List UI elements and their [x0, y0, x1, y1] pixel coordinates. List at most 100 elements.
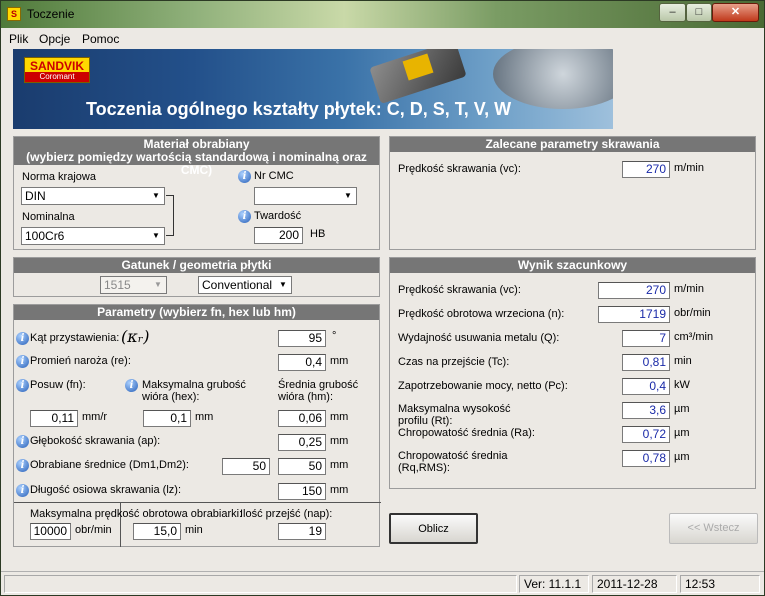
ra-label: Chropowatość średnia (Ra): — [398, 427, 535, 439]
menu-plik[interactable]: Plik — [9, 32, 28, 46]
chevron-down-icon: ▼ — [344, 191, 352, 200]
info-icon[interactable]: i — [238, 210, 251, 223]
version-label: Ver: 11.1.1 — [519, 575, 589, 593]
chevron-down-icon: ▼ — [152, 191, 160, 200]
q-label: Wydajność usuwania metalu (Q): — [398, 332, 560, 344]
calculate-button[interactable]: Oblicz — [389, 513, 478, 544]
close-button[interactable]: ✕ — [712, 3, 759, 22]
kappa-symbol: (κᵣ) — [121, 327, 150, 346]
ap-label: Głębokość skrawania (ap): — [30, 435, 161, 447]
lz-input[interactable]: 150 — [278, 483, 326, 500]
material-panel-header: Materiał obrabiany (wybierz pomiędzy war… — [14, 137, 379, 177]
rec-vc-unit: m/min — [674, 162, 704, 174]
nap-label: Ilość przejść (nap): — [240, 508, 333, 520]
twardosc-unit: HB — [310, 228, 326, 240]
nominalna-select[interactable]: 100Cr6 ▼ — [21, 227, 165, 245]
menu-pomoc[interactable]: Pomoc — [82, 32, 119, 46]
banner-title: Toczenia ogólnego kształty płytek: C, D,… — [86, 99, 512, 119]
info-icon[interactable]: i — [16, 484, 29, 497]
dm2-input[interactable]: 50 — [278, 458, 326, 475]
rt-unit: µm — [674, 403, 690, 415]
dm1-input[interactable]: 50 — [222, 458, 270, 475]
menu-bar: Plik Opcje Pomoc — [2, 29, 764, 48]
posuw-input[interactable]: 0,11 — [30, 410, 78, 427]
chevron-down-icon: ▼ — [279, 280, 287, 289]
posuw-unit: mm/r — [82, 411, 108, 423]
pc-unit: kW — [674, 379, 690, 391]
ap-unit: mm — [330, 435, 349, 447]
rq-label-line2: (Rq,RMS): — [398, 462, 450, 474]
window-title: Toczenie — [27, 7, 75, 21]
recommended-panel-header: Zalecane parametry skrawania — [390, 137, 755, 152]
grade-panel: Gatunek / geometria płytki 1515 ▼ Convent… — [13, 257, 380, 297]
info-icon[interactable]: i — [238, 170, 251, 183]
norma-label: Norma krajowa — [22, 171, 96, 183]
recommended-panel: Zalecane parametry skrawania Prędkość sk… — [389, 136, 756, 250]
geometry-select[interactable]: Conventional ▼ — [198, 276, 292, 294]
dm-unit: mm — [330, 459, 349, 471]
status-message — [4, 575, 517, 593]
grade-select: 1515 ▼ — [100, 276, 167, 294]
twardosc-input[interactable]: 200 — [254, 227, 303, 244]
dm-label: Obrabiane średnice (Dm1,Dm2): — [30, 459, 189, 471]
rt-output: 3,6 — [622, 402, 670, 419]
kat-unit: ° — [332, 330, 337, 342]
chevron-down-icon: ▼ — [154, 280, 162, 289]
time-label: 12:53 — [680, 575, 760, 593]
tc-output: 0,81 — [622, 354, 670, 371]
maxrpm-label: Maksymalna prędkość obrotowa obrabiarki: — [30, 508, 243, 520]
hex-unit: mm — [195, 411, 214, 423]
parameters-panel-header: Parametry (wybierz fn, hex lub hm) — [14, 305, 379, 320]
nominalna-label: Nominalna — [22, 211, 75, 223]
app-icon: S — [7, 7, 21, 21]
kat-input[interactable]: 95 — [278, 330, 326, 347]
maxrpm-input[interactable]: 10000 — [30, 523, 71, 540]
separator-line — [14, 502, 381, 503]
info-icon[interactable]: i — [16, 435, 29, 448]
cmc-select[interactable]: ▼ — [254, 187, 357, 205]
rec-vc-output: 270 — [622, 161, 670, 178]
hm-label-line2: wióra (hm): — [278, 391, 334, 403]
app-window: S Toczenie – □ ✕ Plik Opcje Pomoc SANDVI… — [0, 0, 765, 596]
date-label: 2011-12-28 — [592, 575, 677, 593]
promien-unit: mm — [330, 355, 349, 367]
twardosc-label: Twardość — [254, 210, 302, 222]
lz-label: Długość osiowa skrawania (lz): — [30, 484, 181, 496]
n-unit: obr/min — [674, 307, 711, 319]
tc-label: Czas na przejście (Tc): — [398, 356, 510, 368]
hex-input[interactable]: 0,1 — [143, 410, 191, 427]
results-panel-header: Wynik szacunkowy — [390, 258, 755, 273]
ra-unit: µm — [674, 427, 690, 439]
maximize-button[interactable]: □ — [686, 3, 712, 22]
sandvik-logo: SANDVIK Coromant — [24, 57, 90, 83]
rq-output: 0,78 — [622, 450, 670, 467]
info-icon[interactable]: i — [125, 379, 138, 392]
minimize-button[interactable]: – — [659, 3, 686, 22]
menu-opcje[interactable]: Opcje — [39, 32, 70, 46]
pc-output: 0,4 — [622, 378, 670, 395]
nap-output: 19 — [278, 523, 326, 540]
info-icon[interactable]: i — [16, 459, 29, 472]
promien-input[interactable]: 0,4 — [278, 354, 326, 371]
norma-select[interactable]: DIN ▼ — [21, 187, 165, 205]
results-panel: Wynik szacunkowy Prędkość skrawania (vc)… — [389, 257, 756, 489]
status-bar: Ver: 11.1.1 2011-12-28 12:53 — [1, 571, 764, 595]
rq-unit: µm — [674, 451, 690, 463]
n-label: Prędkość obrotowa wrzeciona (n): — [398, 308, 565, 320]
title-bar[interactable]: S Toczenie – □ ✕ — [1, 1, 764, 28]
ap-input[interactable]: 0,25 — [278, 434, 326, 451]
back-button[interactable]: << Wstecz — [669, 513, 758, 544]
tc-unit: min — [674, 355, 692, 367]
lz-unit: mm — [330, 484, 349, 496]
info-icon[interactable]: i — [16, 379, 29, 392]
selection-bracket — [166, 195, 174, 236]
q-output: 7 — [622, 330, 670, 347]
hm-input[interactable]: 0,06 — [278, 410, 326, 427]
total-time-unit: min — [185, 524, 203, 536]
info-icon[interactable]: i — [16, 332, 29, 345]
info-icon[interactable]: i — [16, 355, 29, 368]
grade-panel-header: Gatunek / geometria płytki — [14, 258, 379, 273]
chevron-down-icon: ▼ — [152, 231, 160, 240]
promien-label: Promień naroża (re): — [30, 355, 131, 367]
q-unit: cm³/min — [674, 331, 714, 343]
